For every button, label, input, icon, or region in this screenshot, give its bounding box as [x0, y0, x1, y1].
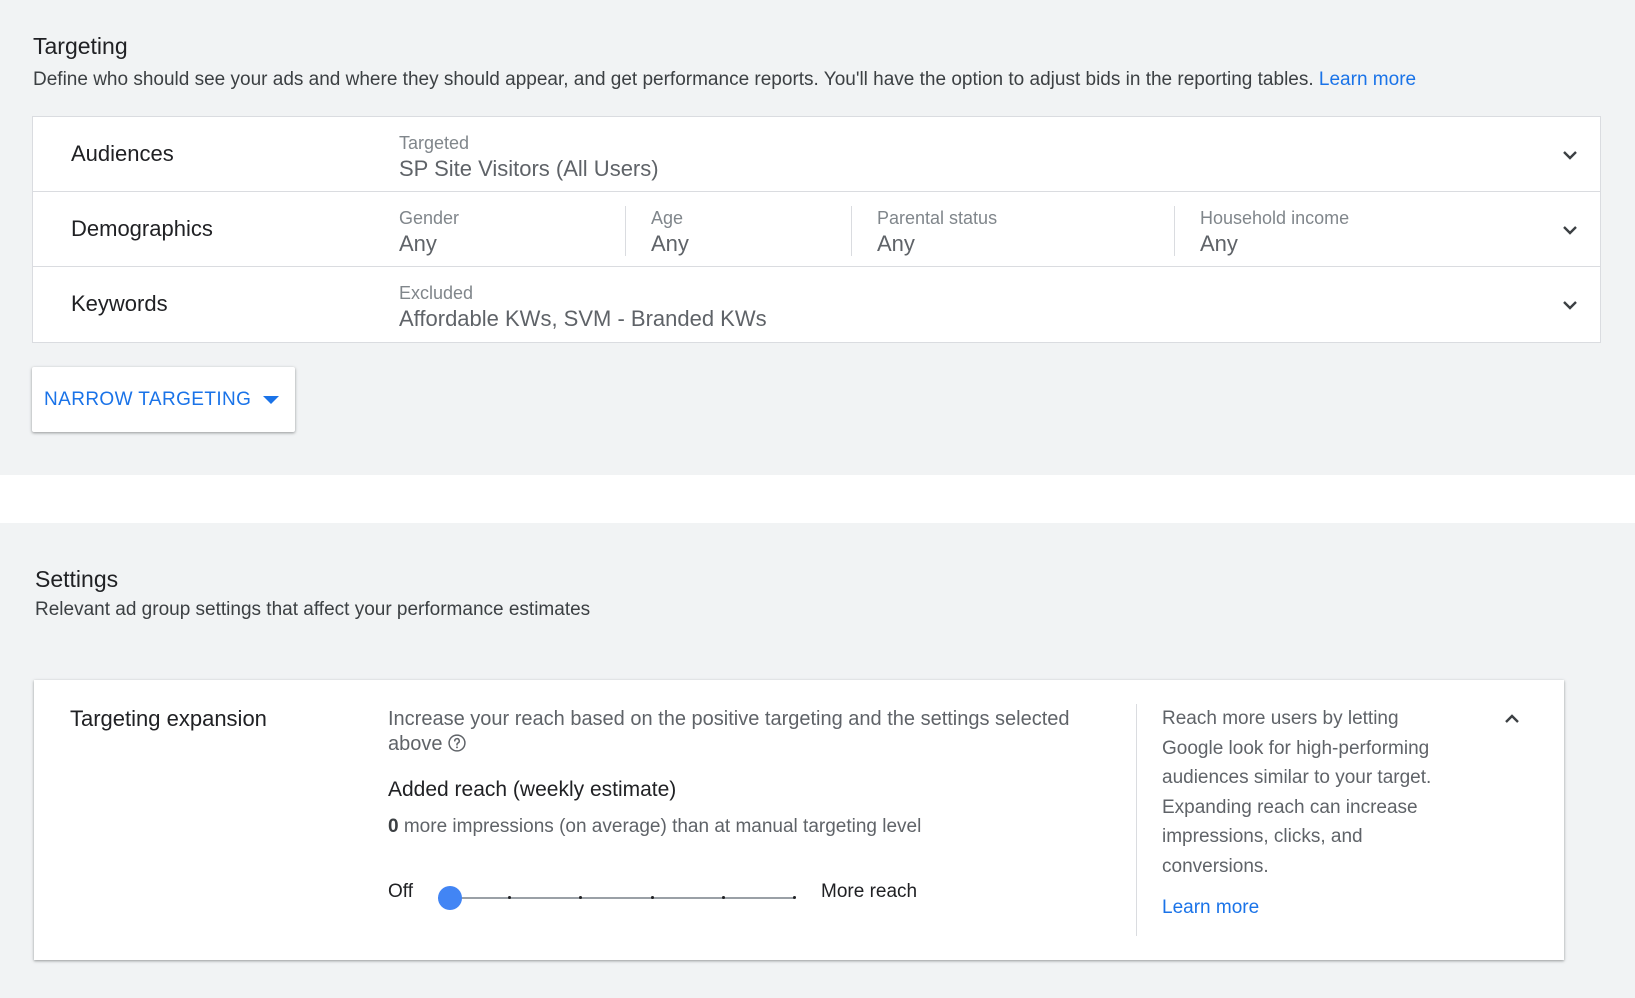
- targeting-description-text: Define who should see your ads and where…: [33, 69, 1314, 90]
- demographics-row[interactable]: Demographics Gender Any Age Any Parental…: [33, 192, 1600, 267]
- slider-tick: [650, 896, 654, 899]
- age-field: Age Any: [651, 206, 689, 258]
- household-income-field: Household income Any: [1200, 206, 1349, 258]
- audiences-field: Targeted SP Site Visitors (All Users): [399, 131, 659, 183]
- demographics-label: Demographics: [71, 216, 213, 241]
- gender-label: Gender: [399, 208, 460, 228]
- expansion-side-info: Reach more users by letting Google look …: [1162, 708, 1432, 877]
- household-income-label: Household income: [1200, 208, 1350, 228]
- age-value: Any: [651, 231, 689, 256]
- settings-description: Relevant ad group settings that affect y…: [35, 599, 591, 620]
- keywords-field: Excluded Affordable KWs, SVM - Branded K…: [399, 281, 767, 333]
- reach-slider[interactable]: [438, 886, 796, 910]
- demographics-divider: [1174, 206, 1175, 256]
- added-reach-impressions-count: 0: [388, 816, 399, 837]
- keywords-field-value: Affordable KWs, SVM - Branded KWs: [399, 306, 767, 331]
- slider-tick: [721, 896, 725, 899]
- slider-track-line: [438, 897, 794, 899]
- collapse-chevron-up-icon[interactable]: [1500, 707, 1524, 731]
- targeting-learn-more-link[interactable]: Learn more: [1319, 69, 1416, 90]
- gender-field: Gender Any: [399, 206, 459, 258]
- expansion-learn-more-link[interactable]: Learn more: [1162, 897, 1259, 919]
- keywords-label: Keywords: [71, 291, 168, 316]
- audiences-row[interactable]: Audiences Targeted SP Site Visitors (All…: [33, 117, 1600, 192]
- targeting-description: Define who should see your ads and where…: [33, 69, 1416, 91]
- targeting-expansion-intro: Increase your reach based on the positiv…: [388, 707, 1108, 757]
- targeting-expansion-intro-block: Increase your reach based on the positiv…: [388, 707, 1108, 757]
- parental-status-value: Any: [877, 231, 915, 256]
- parental-status-label: Parental status: [877, 208, 998, 228]
- slider-min-label: Off: [388, 881, 413, 902]
- audiences-expand-chevron-down-icon[interactable]: [1558, 143, 1582, 167]
- narrow-targeting-label: NARROW TARGETING: [44, 388, 252, 410]
- targeting-expansion-intro-text: Increase your reach based on the positiv…: [388, 708, 1070, 755]
- settings-title: Settings: [35, 566, 119, 592]
- slider-thumb[interactable]: [438, 886, 462, 910]
- parental-status-field: Parental status Any: [877, 206, 997, 258]
- audiences-field-value: SP Site Visitors (All Users): [399, 156, 659, 181]
- help-question-icon[interactable]: [447, 733, 467, 753]
- keywords-expand-chevron-down-icon[interactable]: [1558, 293, 1582, 317]
- targeting-section: Targeting Define who should see your ads…: [0, 0, 1635, 475]
- age-label: Age: [651, 208, 684, 228]
- added-reach-heading: Added reach (weekly estimate): [388, 778, 677, 801]
- demographics-divider: [851, 206, 852, 256]
- audiences-field-label: Targeted: [399, 133, 470, 153]
- gender-value: Any: [399, 231, 437, 256]
- slider-max-label: More reach: [821, 881, 918, 902]
- narrow-targeting-button[interactable]: NARROW TARGETING: [32, 367, 295, 432]
- targeting-title: Targeting: [33, 33, 128, 59]
- targeting-card: Audiences Targeted SP Site Visitors (All…: [32, 116, 1601, 343]
- added-reach-impressions-text: more impressions (on average) than at ma…: [398, 816, 922, 837]
- keywords-field-label: Excluded: [399, 283, 474, 303]
- settings-section: Settings Relevant ad group settings that…: [0, 523, 1635, 998]
- targeting-expansion-card: Targeting expansion Increase your reach …: [34, 680, 1564, 960]
- card-divider: [1136, 704, 1137, 936]
- targeting-expansion-label: Targeting expansion: [70, 706, 267, 731]
- keywords-row[interactable]: Keywords Excluded Affordable KWs, SVM - …: [33, 267, 1600, 342]
- demographics-divider: [625, 206, 626, 256]
- household-income-value: Any: [1200, 231, 1238, 256]
- caret-down-icon: [263, 395, 280, 404]
- slider-tick: [793, 896, 796, 899]
- added-reach-metric: 0 more impressions (on average) than at …: [388, 816, 921, 838]
- section-gap: [0, 475, 1635, 523]
- audiences-label: Audiences: [71, 141, 174, 166]
- demographics-expand-chevron-down-icon[interactable]: [1558, 218, 1582, 242]
